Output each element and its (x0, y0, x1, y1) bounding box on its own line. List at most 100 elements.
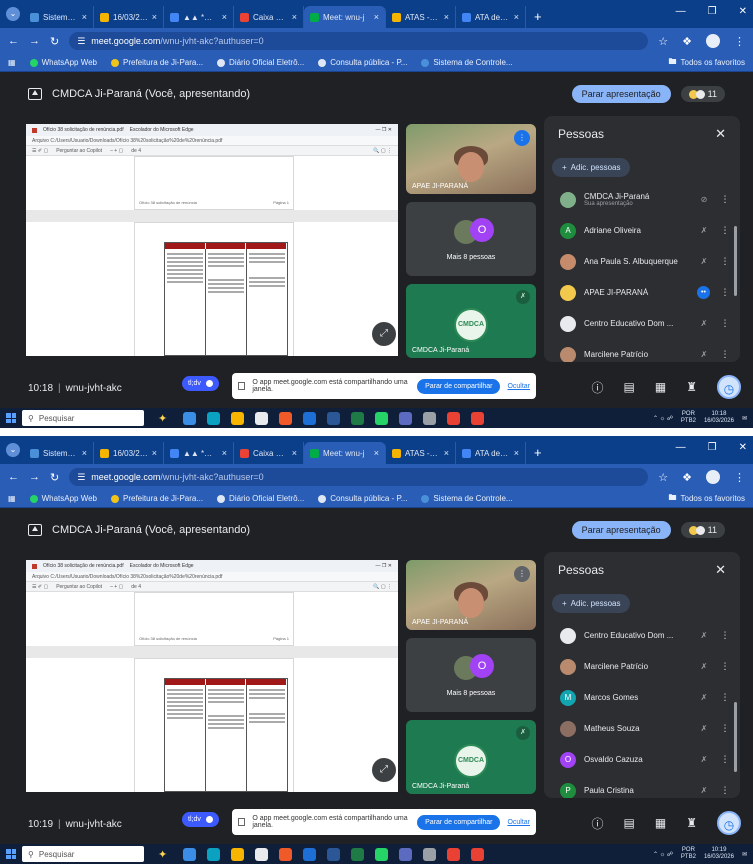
back-icon[interactable]: ← (8, 471, 19, 483)
browser-tab[interactable]: ATA dezesseis d × (456, 6, 526, 28)
bookmark-item[interactable]: WhatsApp Web (29, 494, 97, 503)
close-window-icon[interactable]: ✕ (739, 442, 747, 453)
taskbar-app-icon[interactable] (471, 411, 485, 425)
restore-icon[interactable]: ❐ (708, 6, 717, 17)
participant-menu-icon[interactable]: ⋮ (720, 785, 730, 796)
taskbar-app-icon[interactable] (183, 847, 197, 861)
close-panel-icon[interactable]: ✕ (715, 126, 726, 142)
tray-language[interactable]: POR (682, 847, 695, 853)
more-people-tile[interactable]: O Mais 8 pessoas (406, 638, 536, 712)
browser-tab[interactable]: ATAS - CMDCA × (386, 442, 456, 464)
extensions-icon[interactable]: ❖ (682, 35, 692, 48)
participant-row[interactable]: A Adriane Oliveira ✗ ⋮ (544, 215, 740, 246)
close-tab-icon[interactable]: × (374, 12, 379, 22)
hide-notice-link[interactable]: Ocultar (507, 819, 530, 826)
participant-menu-icon[interactable]: ⋮ (720, 692, 730, 703)
taskbar-app-icon[interactable] (279, 847, 293, 861)
forward-icon[interactable]: → (29, 471, 40, 483)
tab-search-icon[interactable]: ⌄ (6, 443, 20, 457)
minimize-icon[interactable]: — (676, 6, 686, 17)
browser-tab[interactable]: ▲▲ *CONVOC × (164, 6, 234, 28)
bookmark-item[interactable]: Sistema de Controle... (421, 58, 513, 67)
self-tile[interactable]: ✗ CMDCA CMDCA Ji-Paraná (406, 720, 536, 794)
extensions-icon[interactable]: ❖ (682, 471, 692, 484)
participant-row[interactable]: Marcilene Patrício ✗ ⋮ (544, 339, 740, 362)
hide-notice-link[interactable]: Ocultar (507, 383, 530, 390)
speaker-tile[interactable]: ⋮ APAE JI-PARANÁ (406, 560, 536, 630)
taskbar-app-icon[interactable] (327, 847, 341, 861)
participant-menu-icon[interactable]: ⋮ (720, 661, 730, 672)
all-bookmarks[interactable]: 🖿 Todos os favoritos (669, 492, 745, 506)
bookmark-item[interactable]: Sistema de Controle... (421, 494, 513, 503)
participant-row[interactable]: M Marcos Gomes ✗ ⋮ (544, 682, 740, 713)
tray-icons[interactable]: ⌃ ☼ ☍ (653, 851, 673, 858)
url-input[interactable]: ☰ meet.google.com/wnu-jvht-akc?authuser=… (69, 32, 649, 50)
taskbar-app-icon[interactable] (375, 847, 389, 861)
bookmark-item[interactable]: Diário Oficial Eletrô... (217, 494, 304, 503)
participant-row[interactable]: O Osvaldo Cazuza ✗ ⋮ (544, 744, 740, 775)
participants-chip[interactable]: 11 (680, 522, 725, 538)
url-input[interactable]: ☰ meet.google.com/wnu-jvht-akc?authuser=… (69, 468, 649, 486)
new-tab-button[interactable]: + (526, 445, 550, 464)
taskbar-app-icon[interactable] (303, 411, 317, 425)
forward-icon[interactable]: → (29, 35, 40, 47)
speaker-tile[interactable]: ⋮ APAE JI-PARANÁ (406, 124, 536, 194)
taskbar-app-icon[interactable] (327, 411, 341, 425)
info-icon[interactable]: ⓘ (592, 379, 604, 396)
taskbar-app-icon[interactable] (423, 847, 437, 861)
taskbar-app-icon[interactable] (375, 411, 389, 425)
taskbar-app-icon[interactable] (231, 411, 245, 425)
participant-menu-icon[interactable]: ⋮ (720, 256, 730, 267)
close-tab-icon[interactable]: × (152, 448, 157, 458)
taskbar-app-icon[interactable] (399, 847, 413, 861)
participant-menu-icon[interactable]: ⋮ (720, 349, 730, 360)
tab-search-icon[interactable]: ⌄ (6, 7, 20, 21)
reload-icon[interactable]: ↻ (50, 35, 59, 48)
close-tab-icon[interactable]: × (82, 12, 87, 22)
participant-row[interactable]: CMDCA Ji-Paraná Sua apresentação ⊘ ⋮ (544, 184, 740, 215)
close-panel-icon[interactable]: ✕ (715, 562, 726, 578)
browser-tab[interactable]: Meet: wnu-j × (304, 6, 386, 28)
participant-row[interactable]: APAE JI-PARANÁ •• ⋮ (544, 277, 740, 308)
bookmark-item[interactable]: Prefeitura de Ji-Para... (111, 58, 203, 67)
taskbar-app-icon[interactable] (255, 411, 269, 425)
chat-icon[interactable]: ▤ (624, 816, 635, 830)
stop-presenting-button[interactable]: Parar apresentação (571, 85, 671, 103)
apps-grid-icon[interactable]: ▦ (8, 494, 16, 503)
browser-tab[interactable]: Sistema de Cont × (24, 6, 94, 28)
self-tile[interactable]: ✗ CMDCA CMDCA Ji-Paraná (406, 284, 536, 358)
browser-tab[interactable]: 16/03/2026 EXT × (94, 6, 164, 28)
activities-icon[interactable]: ▦ (655, 816, 666, 830)
close-tab-icon[interactable]: × (444, 12, 449, 22)
add-people-button[interactable]: + Adic. pessoas (552, 158, 631, 177)
taskbar-app-icon[interactable] (423, 411, 437, 425)
stop-presenting-button[interactable]: Parar apresentação (571, 521, 671, 539)
panel-scrollbar[interactable] (734, 702, 737, 772)
browser-tab[interactable]: ATAS - CMDCA × (386, 6, 456, 28)
browser-menu-icon[interactable]: ⋮ (734, 35, 745, 48)
host-controls-icon[interactable]: ♜ (686, 816, 697, 830)
new-tab-button[interactable]: + (526, 9, 550, 28)
tray-language[interactable]: POR (682, 411, 695, 417)
copilot-sparkle-icon[interactable]: ✦ (158, 848, 167, 861)
close-tab-icon[interactable]: × (444, 448, 449, 458)
tray-time[interactable]: 10:19 (711, 847, 726, 853)
taskbar-app-icon[interactable] (183, 411, 197, 425)
browser-tab[interactable]: Meet: wnu-j × (304, 442, 386, 464)
copilot-sparkle-icon[interactable]: ✦ (158, 412, 167, 425)
add-people-button[interactable]: + Adic. pessoas (552, 594, 631, 613)
tray-date[interactable]: 16/03/2026 (704, 854, 734, 860)
notifications-icon[interactable]: ✉ (742, 415, 747, 422)
apps-grid-icon[interactable]: ▦ (8, 58, 16, 67)
participant-row[interactable]: Matheus Souza ✗ ⋮ (544, 713, 740, 744)
taskbar-app-icon[interactable] (447, 411, 461, 425)
browser-tab[interactable]: ▲▲ *CONVOC × (164, 442, 234, 464)
browser-tab[interactable]: ATA dezesseis d × (456, 442, 526, 464)
participants-chip[interactable]: 11 (680, 86, 725, 102)
expand-icon[interactable]: ⤢ (372, 758, 396, 782)
close-tab-icon[interactable]: × (222, 448, 227, 458)
taskbar-app-icon[interactable] (303, 847, 317, 861)
browser-tab[interactable]: Caixa de entrad × (234, 442, 304, 464)
taskbar-app-icon[interactable] (399, 411, 413, 425)
notifications-icon[interactable]: ✉ (742, 851, 747, 858)
